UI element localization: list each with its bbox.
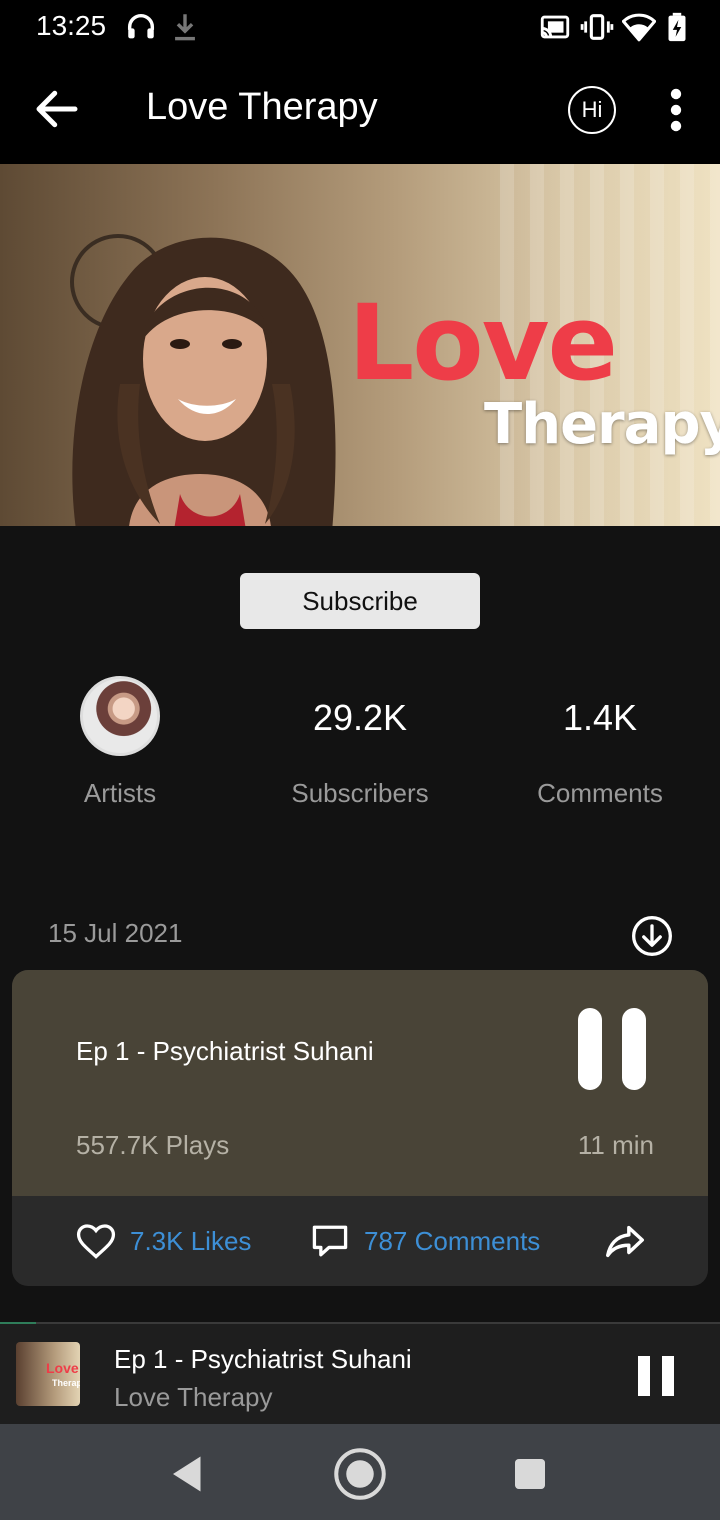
- episode-title[interactable]: Ep 1 - Psychiatrist Suhani: [76, 1036, 374, 1067]
- pause-icon[interactable]: [576, 1008, 648, 1090]
- thumb-title-love: Love: [46, 1360, 79, 1376]
- share-icon: [606, 1225, 644, 1258]
- artists-stat[interactable]: Artists: [0, 670, 240, 809]
- subscribe-button[interactable]: Subscribe: [240, 573, 480, 629]
- nav-back-icon[interactable]: [158, 1444, 218, 1504]
- mini-pause-icon[interactable]: [638, 1356, 674, 1396]
- like-button[interactable]: 7.3K Likes: [74, 1218, 251, 1264]
- battery-charging-icon: [668, 12, 686, 42]
- mini-player-thumbnail: Love Therapy: [16, 1342, 80, 1406]
- comments-count[interactable]: 1.4K: [480, 670, 720, 750]
- back-arrow-icon[interactable]: [30, 82, 84, 136]
- episode-date: 15 Jul 2021: [48, 918, 183, 948]
- nav-recents-icon[interactable]: [500, 1444, 560, 1504]
- comment-icon: [312, 1225, 348, 1257]
- episode-card[interactable]: Ep 1 - Psychiatrist Suhani 557.7K Plays …: [12, 970, 708, 1286]
- download-circle-icon[interactable]: [630, 914, 674, 958]
- episode-card-top[interactable]: Ep 1 - Psychiatrist Suhani 557.7K Plays …: [12, 970, 708, 1196]
- episode-plays: 557.7K Plays: [76, 1130, 230, 1160]
- artists-label: Artists: [83, 778, 157, 808]
- mini-player-title: Ep 1 - Psychiatrist Suhani: [114, 1344, 412, 1374]
- app-bar: Love Therapy Hi: [0, 56, 720, 164]
- system-nav-bar: [0, 1424, 720, 1520]
- subscribers-label: Subscribers: [291, 778, 429, 808]
- show-banner: Love Therapy: [0, 164, 720, 526]
- banner-title-love: Love: [348, 282, 618, 404]
- vibrate-icon: [580, 14, 614, 40]
- mini-player-subtitle: Love Therapy: [114, 1382, 273, 1412]
- status-time: 13:25: [36, 10, 107, 41]
- wifi-icon: [622, 13, 656, 42]
- mini-player[interactable]: Love Therapy Ep 1 - Psychiatrist Suhani …: [0, 1322, 720, 1424]
- banner-title-therapy: Therapy: [484, 392, 720, 457]
- download-icon: [175, 14, 195, 41]
- share-button[interactable]: [602, 1218, 648, 1264]
- mini-player-progress: [0, 1322, 36, 1324]
- episode-duration: 11 min: [577, 1130, 654, 1160]
- comments-stat[interactable]: 1.4K Comments: [480, 670, 720, 809]
- status-bar: 13:25: [0, 0, 720, 56]
- page-title: Love Therapy: [146, 86, 378, 128]
- more-vert-icon[interactable]: [658, 86, 694, 134]
- thumb-title-therapy: Therapy: [52, 1378, 80, 1388]
- likes-count[interactable]: 7.3K Likes: [130, 1226, 251, 1257]
- heart-icon: [76, 1224, 116, 1259]
- artist-portrait: [72, 237, 336, 526]
- comments-link[interactable]: 787 Comments: [364, 1226, 540, 1257]
- subscribers-stat: 29.2K Subscribers: [240, 670, 480, 809]
- episode-actions: 7.3K Likes 787 Comments: [12, 1196, 708, 1286]
- comment-button[interactable]: 787 Comments: [308, 1218, 540, 1264]
- artist-avatar[interactable]: [80, 676, 160, 756]
- subscribers-count: 29.2K: [312, 697, 408, 738]
- comments-label: Comments: [537, 778, 663, 808]
- language-button[interactable]: Hi: [568, 86, 616, 134]
- nav-home-icon[interactable]: [330, 1444, 390, 1504]
- headphones-icon: [127, 14, 155, 39]
- cast-icon: [540, 15, 570, 39]
